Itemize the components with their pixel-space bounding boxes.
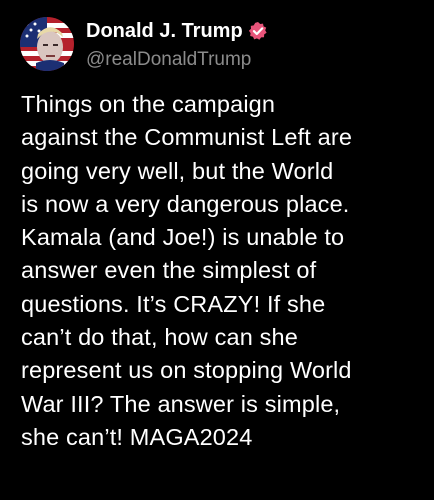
verified-badge-icon (248, 21, 268, 41)
post-header: Donald J. Trump @realDonaldTrump (20, 16, 268, 72)
avatar[interactable] (20, 17, 74, 71)
avatar-image (20, 17, 74, 71)
display-name[interactable]: Donald J. Trump (86, 20, 243, 43)
handle[interactable]: @realDonaldTrump (86, 49, 268, 71)
post: Donald J. Trump @realDonaldTrump Things … (0, 0, 434, 500)
author-identity: Donald J. Trump @realDonaldTrump (86, 17, 268, 71)
name-row: Donald J. Trump (86, 17, 268, 45)
post-body-text: Things on the campaign against the Commu… (21, 91, 353, 450)
